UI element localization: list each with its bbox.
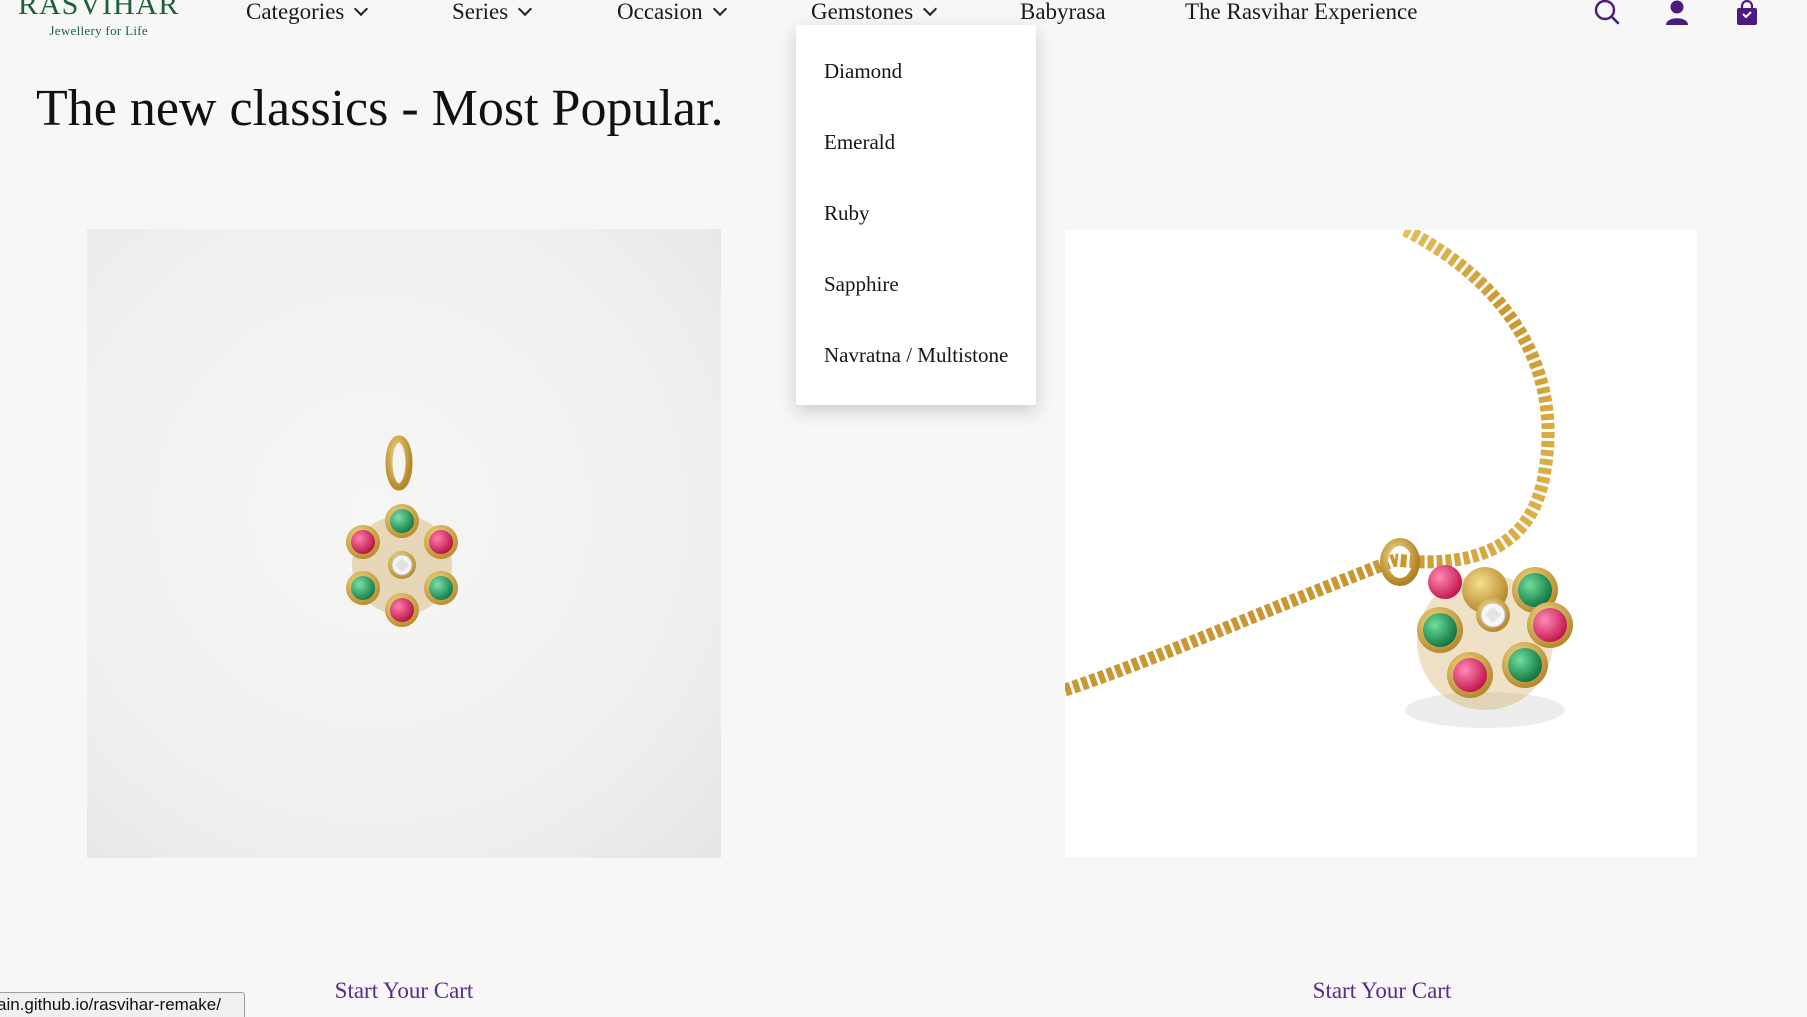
section-title: The new classics - Most Popular. [36, 80, 724, 137]
dropdown-item-diamond[interactable]: Diamond [824, 58, 1014, 84]
nav-item-label: The Rasvihar Experience [1185, 0, 1418, 24]
status-bar-url: ain.github.io/rasvihar-remake/ [0, 992, 245, 1017]
gemstones-dropdown-menu: Diamond Emerald Ruby Sapphire Navratna /… [796, 25, 1036, 405]
product-image-2[interactable] [1065, 230, 1697, 857]
start-cart-link-1[interactable]: Start Your Cart [335, 975, 474, 1007]
chevron-down-icon [354, 1, 369, 17]
nav-item-occasion[interactable]: Occasion [617, 0, 727, 29]
nav-item-label: Occasion [617, 0, 703, 24]
nav-item-label: Categories [246, 0, 345, 24]
dropdown-item-sapphire[interactable]: Sapphire [824, 271, 1014, 297]
brand-logo[interactable]: RASVIHAR Jewellery for Life [18, 0, 179, 38]
search-icon[interactable] [1593, 0, 1621, 26]
chevron-down-icon [712, 1, 727, 17]
product-image-1[interactable] [87, 229, 721, 858]
nav-item-label: Gemstones [811, 0, 914, 24]
dropdown-item-navratna-multistone[interactable]: Navratna / Multistone [824, 342, 1014, 368]
dropdown-item-emerald[interactable]: Emerald [824, 129, 1014, 155]
brand-name: RASVIHAR [18, 0, 180, 21]
user-icon[interactable] [1663, 0, 1691, 26]
nav-item-label: Series [452, 0, 509, 24]
nav-item-label: Babyrasa [1020, 0, 1106, 24]
chevron-down-icon [923, 1, 938, 17]
shopping-bag-icon[interactable] [1733, 0, 1761, 26]
page: RASVIHAR Jewellery for Life Categories S… [0, 0, 1807, 1017]
nav-item-series[interactable]: Series [452, 0, 533, 29]
chevron-down-icon [518, 1, 533, 17]
dropdown-item-ruby[interactable]: Ruby [824, 200, 1014, 226]
nav-item-rasvihar-experience[interactable]: The Rasvihar Experience [1185, 0, 1417, 29]
nav-item-categories[interactable]: Categories [246, 0, 369, 29]
brand-tagline: Jewellery for Life [49, 23, 148, 38]
start-cart-link-2[interactable]: Start Your Cart [1313, 975, 1452, 1007]
